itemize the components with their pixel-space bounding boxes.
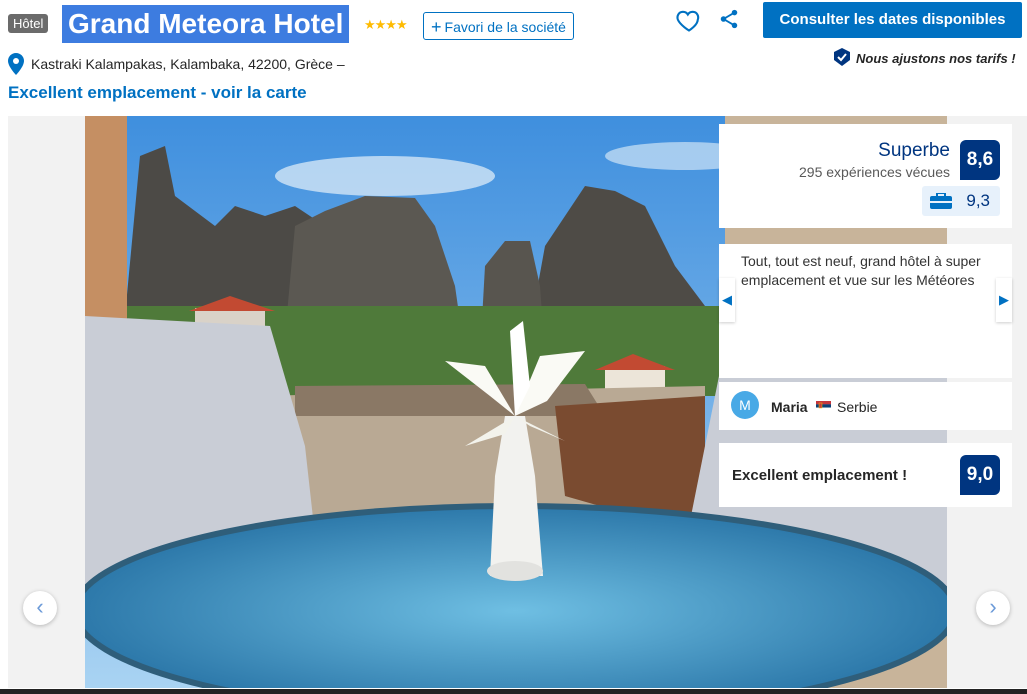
- heart-icon[interactable]: [675, 6, 703, 34]
- share-icon[interactable]: [718, 8, 740, 30]
- review-score-card[interactable]: Superbe 295 expériences vécues 8,6 9,3: [719, 124, 1012, 228]
- map-link[interactable]: Excellent emplacement - voir la carte: [8, 83, 307, 103]
- business-score-value: 9,3: [966, 191, 990, 210]
- location-pin-icon: [8, 53, 24, 75]
- featured-review-card: Tout, tout est neuf, grand hôtel à super…: [719, 244, 1012, 378]
- location-score-badge: 9,0: [960, 455, 1000, 495]
- review-prev-button[interactable]: ◀: [719, 278, 735, 322]
- favorite-label: Favori de la société: [444, 19, 566, 35]
- hotel-title: Grand Meteora Hotel: [62, 5, 350, 43]
- reviewer-country: Serbie: [837, 399, 878, 415]
- plus-icon: +: [431, 17, 442, 37]
- star-rating: ★★★★: [364, 17, 408, 32]
- check-availability-button[interactable]: Consulter les dates disponibles: [763, 2, 1022, 38]
- review-text: Tout, tout est neuf, grand hôtel à super…: [741, 253, 981, 288]
- location-score-label: Excellent emplacement !: [732, 467, 908, 484]
- address: Kastraki Kalampakas, Kalambaka, 42200, G…: [31, 56, 345, 72]
- price-match-note: Nous ajustons nos tarifs !: [832, 47, 1016, 67]
- review-count: 295 expériences vécues: [799, 164, 950, 180]
- gallery-prev-button[interactable]: ‹: [23, 591, 57, 625]
- reviewer-info: M Maria Serbie: [719, 382, 1012, 430]
- briefcase-icon: [930, 193, 952, 209]
- reviewer-name: Maria: [771, 399, 808, 415]
- serbia-flag-icon: [816, 401, 831, 411]
- location-score-card: Excellent emplacement ! 9,0: [719, 443, 1012, 507]
- avatar: M: [731, 391, 759, 419]
- thumbnail-strip[interactable]: [0, 689, 1027, 694]
- favorite-button[interactable]: + Favori de la société: [423, 12, 574, 40]
- gallery-next-button[interactable]: ›: [976, 591, 1010, 625]
- score-badge: 8,6: [960, 140, 1000, 180]
- review-next-button[interactable]: ▶: [996, 278, 1012, 322]
- property-type-badge: Hôtel: [8, 14, 49, 33]
- price-note-text: Nous ajustons nos tarifs !: [856, 51, 1016, 66]
- business-score: 9,3: [922, 186, 1000, 216]
- price-tag-check-icon: [834, 48, 850, 66]
- score-word: Superbe: [878, 140, 950, 161]
